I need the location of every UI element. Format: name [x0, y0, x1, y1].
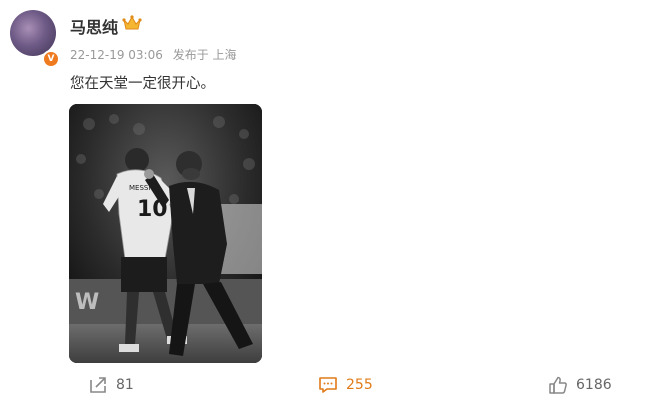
post-source: 发布于 上海	[172, 48, 237, 62]
like-icon	[549, 376, 567, 394]
comment-icon	[319, 377, 337, 393]
post-photo[interactable]: W MESSI 10	[69, 104, 262, 363]
username[interactable]: 马思纯	[70, 14, 118, 38]
repost-count: 81	[116, 377, 134, 393]
crown-icon	[122, 14, 142, 36]
post-text: 您在天堂一定很开心。	[70, 76, 215, 92]
jersey-name: MESSI	[129, 184, 150, 192]
post-meta: 22-12-19 03:06 发布于 上海	[70, 46, 237, 63]
repost-button[interactable]: 81	[88, 376, 134, 394]
comment-button[interactable]: 255	[318, 376, 373, 394]
svg-text:W: W	[75, 290, 99, 315]
verified-badge: V	[42, 50, 60, 68]
photo-illustration: W MESSI 10	[69, 104, 262, 363]
post-timestamp[interactable]: 22-12-19 03:06	[70, 48, 163, 62]
like-count: 6186	[576, 377, 612, 393]
comment-count: 255	[346, 377, 373, 393]
like-button[interactable]: 6186	[548, 376, 612, 394]
repost-icon	[90, 377, 106, 393]
